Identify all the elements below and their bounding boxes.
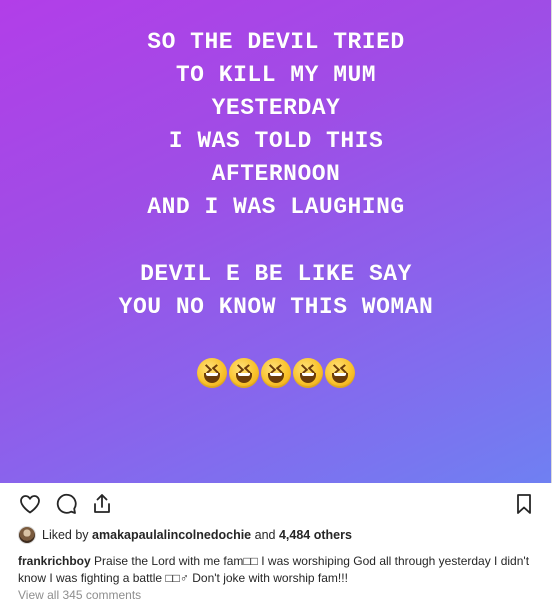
likes-conjunction: and	[254, 528, 276, 542]
story-line: AFTERNOON	[211, 161, 341, 187]
story-line: YESTERDAY	[211, 95, 341, 121]
grinning-squinting-face-icon	[293, 358, 323, 388]
liked-by-user-link[interactable]: amakapaulalincolnedochie	[92, 528, 251, 542]
post-actions	[18, 491, 536, 517]
grinning-squinting-face-icon	[229, 358, 259, 388]
grinning-squinting-face-icon	[261, 358, 291, 388]
post-image[interactable]: SO THE DEVIL TRIED TO KILL MY MUM YESTER…	[0, 0, 552, 483]
caption-username-link[interactable]: frankrichboy	[18, 554, 91, 568]
bookmark-icon[interactable]	[512, 492, 536, 516]
grinning-squinting-face-icon	[325, 358, 355, 388]
story-line: AND I WAS LAUGHING	[147, 194, 405, 220]
emoji-row	[0, 358, 552, 388]
likes-summary: Liked by amakapaulalincolnedochie and 4,…	[18, 525, 536, 545]
grinning-squinting-face-icon	[197, 358, 227, 388]
story-line: YOU NO KNOW THIS WOMAN	[118, 294, 434, 320]
story-line: DEVIL E BE LIKE SAY	[140, 261, 412, 287]
avatar[interactable]	[18, 526, 36, 544]
likes-others-link[interactable]: 4,484 others	[279, 528, 352, 542]
story-text-block-1: SO THE DEVIL TRIED TO KILL MY MUM YESTER…	[0, 26, 552, 224]
likes-prefix: Liked by	[42, 528, 89, 542]
story-text-block-2: DEVIL E BE LIKE SAY YOU NO KNOW THIS WOM…	[0, 258, 552, 324]
view-all-comments-link[interactable]: View all 345 comments	[18, 588, 141, 602]
comment-icon[interactable]	[54, 492, 78, 516]
share-icon[interactable]	[90, 492, 114, 516]
story-line: SO THE DEVIL TRIED	[147, 29, 405, 55]
heart-icon[interactable]	[18, 492, 42, 516]
story-line: I WAS TOLD THIS	[168, 128, 384, 154]
caption-text: Praise the Lord with me fam□□ I was wors…	[18, 554, 530, 585]
post-caption: frankrichboy Praise the Lord with me fam…	[18, 553, 538, 587]
story-line: TO KILL MY MUM	[175, 62, 377, 88]
